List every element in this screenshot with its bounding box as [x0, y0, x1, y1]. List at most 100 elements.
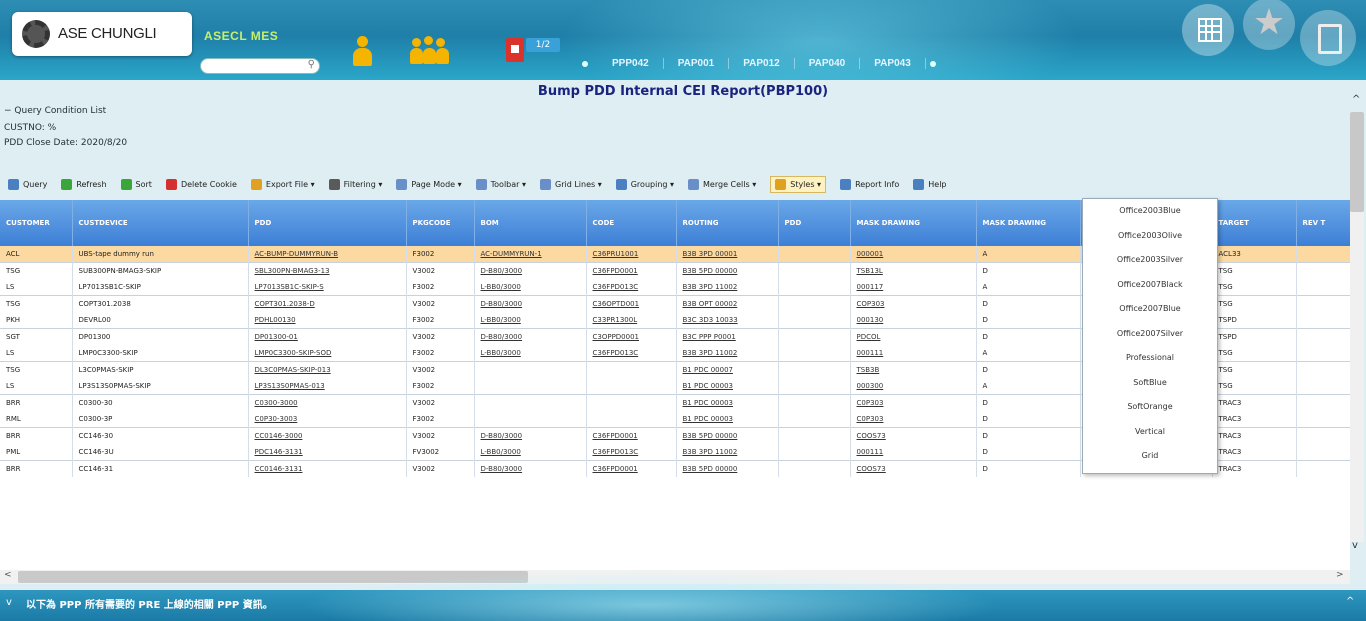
column-header[interactable]: MASK DRAWING	[976, 200, 1081, 246]
table-cell[interactable]: B1 PDC 00007	[676, 361, 779, 378]
table-cell[interactable]: B3C PPP P0001	[676, 328, 779, 345]
column-header[interactable]: ROUTING	[676, 200, 779, 246]
table-cell[interactable]: COP303	[850, 295, 977, 312]
toolbar-button-11[interactable]: Styles ▾	[770, 175, 827, 193]
table-cell[interactable]: PDHL00130	[248, 312, 407, 329]
logout-icon[interactable]	[1300, 10, 1356, 66]
table-cell[interactable]: CC0146-3000	[248, 427, 407, 444]
table-cell[interactable]: 000130	[850, 312, 977, 329]
style-menu-item[interactable]: SoftBlue	[1083, 371, 1217, 396]
table-cell[interactable]: C0300-3000	[248, 394, 407, 411]
table-cell[interactable]: AC-BUMP-DUMMYRUN-B	[248, 246, 407, 263]
table-cell[interactable]: PDCOL	[850, 328, 977, 345]
column-header[interactable]: CUSTOMER	[0, 200, 73, 246]
toolbar-button-8[interactable]: Grid Lines ▾	[540, 178, 602, 190]
style-menu-item[interactable]: Vertical	[1083, 420, 1217, 445]
header-link-2[interactable]: PAP001	[664, 58, 730, 69]
query-condition-header[interactable]: − Query Condition List	[4, 106, 106, 116]
table-cell[interactable]: LP7013SB1C-SKIP-S	[248, 279, 407, 296]
table-cell[interactable]: AC-DUMMYRUN-1	[474, 246, 587, 263]
style-menu-item[interactable]: Office2003Olive	[1083, 224, 1217, 249]
table-cell[interactable]: COOS73	[850, 427, 977, 444]
column-header[interactable]: BOM	[474, 200, 587, 246]
table-cell[interactable]: C0P30-3003	[248, 411, 407, 428]
header-link-1[interactable]: PPP042	[598, 58, 664, 69]
collapse-icon[interactable]: −	[4, 106, 14, 116]
table-cell[interactable]: D-B80/3000	[474, 328, 587, 345]
toolbar-button-7[interactable]: Toolbar ▾	[475, 178, 526, 190]
header-link-3[interactable]: PAP012	[729, 58, 795, 69]
style-menu-item[interactable]: Office2007Silver	[1083, 322, 1217, 347]
style-menu-item[interactable]: Office2003Blue	[1083, 199, 1217, 224]
column-header[interactable]: PDD	[778, 200, 851, 246]
search-icon[interactable]: ⚲	[308, 59, 315, 70]
toolbar-button-2[interactable]: Sort	[120, 178, 152, 190]
header-search-input[interactable]: ⚲	[200, 58, 320, 74]
table-cell[interactable]: L-BB0/3000	[474, 312, 587, 329]
table-cell[interactable]: C36FPD0001	[586, 427, 677, 444]
toolbar-button-6[interactable]: Page Mode ▾	[396, 178, 462, 190]
style-menu-item[interactable]: Office2003Silver	[1083, 248, 1217, 273]
table-cell[interactable]: C36FPD013C	[586, 444, 677, 461]
table-cell[interactable]: 000001	[850, 246, 977, 263]
table-cell[interactable]: D-B80/3000	[474, 460, 587, 477]
table-cell[interactable]: DP01300-01	[248, 328, 407, 345]
table-cell[interactable]: 000111	[850, 345, 977, 362]
user-icon[interactable]	[350, 36, 374, 68]
table-cell[interactable]: B3B 5PD 00000	[676, 427, 779, 444]
table-cell[interactable]: C36FPD013C	[586, 345, 677, 362]
company-logo[interactable]: ASE CHUNGLI	[12, 12, 192, 56]
table-cell[interactable]: B3C 3D3 10033	[676, 312, 779, 329]
toolbar-button-10[interactable]: Merge Cells ▾	[688, 178, 756, 190]
table-cell[interactable]: B1 PDC 00003	[676, 378, 779, 395]
table-cell[interactable]: B3B 5PD 00000	[676, 460, 779, 477]
column-header[interactable]: PKGCODE	[406, 200, 475, 246]
column-header[interactable]: REV T	[1296, 200, 1350, 246]
toolbar-button-1[interactable]: Refresh	[61, 178, 107, 190]
table-cell[interactable]: C36PRU1001	[586, 246, 677, 263]
table-cell[interactable]: L-BB0/3000	[474, 345, 587, 362]
table-cell[interactable]: C0P303	[850, 411, 977, 428]
table-cell[interactable]: SBL300PN-BMAG3-13	[248, 262, 407, 279]
toolbar-button-9[interactable]: Grouping ▾	[615, 178, 674, 190]
table-cell[interactable]: TSB3B	[850, 361, 977, 378]
toolbar-button-4[interactable]: Export File ▾	[250, 178, 315, 190]
table-cell[interactable]: D-B80/3000	[474, 427, 587, 444]
header-link-5[interactable]: PAP043	[860, 58, 926, 69]
table-cell[interactable]: B3B 3PD 11002	[676, 279, 779, 296]
column-header[interactable]: MASK DRAWING	[850, 200, 977, 246]
table-cell[interactable]: LMP0C3300-SKIP-SOD	[248, 345, 407, 362]
table-cell[interactable]: LP3S13S0PMAS-013	[248, 378, 407, 395]
group-users-icon[interactable]	[410, 36, 450, 68]
table-cell[interactable]: CC0146-3131	[248, 460, 407, 477]
table-cell[interactable]: L-BB0/3000	[474, 444, 587, 461]
table-cell[interactable]: C36OPTD001	[586, 295, 677, 312]
chevron-up-icon[interactable]: ^	[1346, 596, 1354, 607]
style-menu-item[interactable]: Grid	[1083, 444, 1217, 469]
table-cell[interactable]: B1 PDC 00003	[676, 394, 779, 411]
toolbar-button-13[interactable]: Help	[913, 178, 947, 190]
table-cell[interactable]: B3B 3PD 11002	[676, 345, 779, 362]
header-link-4[interactable]: PAP040	[795, 58, 861, 69]
table-cell[interactable]: B1 PDC 00003	[676, 411, 779, 428]
table-cell[interactable]: DL3C0PMAS-SKIP-013	[248, 361, 407, 378]
scroll-up-icon[interactable]: ^	[1352, 94, 1360, 105]
table-cell[interactable]: 000111	[850, 444, 977, 461]
column-header[interactable]: TARGET	[1212, 200, 1297, 246]
table-cell[interactable]: 000117	[850, 279, 977, 296]
scroll-right-icon[interactable]: >	[1336, 570, 1344, 580]
toolbar-button-5[interactable]: Filtering ▾	[328, 178, 382, 190]
column-header[interactable]: CODE	[586, 200, 677, 246]
table-cell[interactable]: PDC146-3131	[248, 444, 407, 461]
column-header[interactable]: PDD	[248, 200, 407, 246]
table-cell[interactable]: 000300	[850, 378, 977, 395]
toolbar-button-3[interactable]: Delete Cookie	[165, 178, 237, 190]
table-cell[interactable]: C36FPD0001	[586, 262, 677, 279]
style-menu-item[interactable]: Professional	[1083, 346, 1217, 371]
scroll-left-icon[interactable]: <	[4, 570, 12, 580]
style-menu-item[interactable]: SoftOrange	[1083, 395, 1217, 420]
table-cell[interactable]: B3B 5PD 00000	[676, 262, 779, 279]
scroll-down-icon[interactable]: v	[1352, 540, 1358, 551]
style-menu-item[interactable]: Office2007Black	[1083, 273, 1217, 298]
table-cell[interactable]: D-B80/3000	[474, 262, 587, 279]
